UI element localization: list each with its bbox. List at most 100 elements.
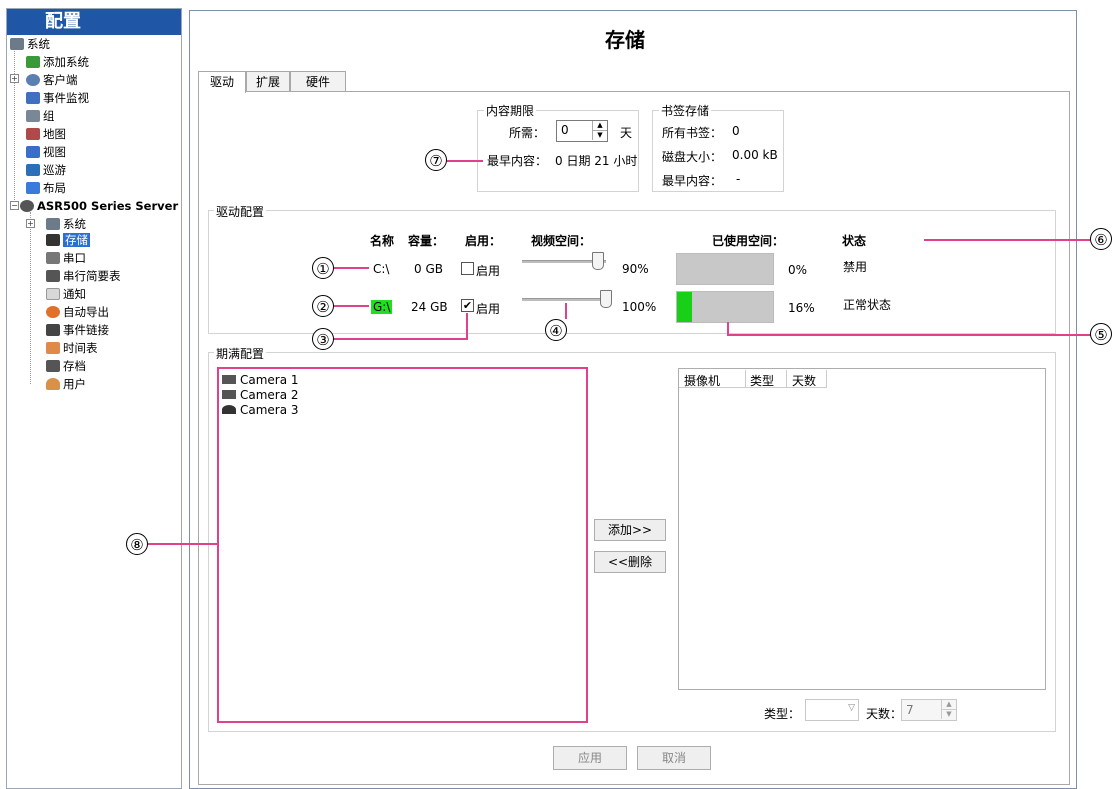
sidebar-item-tour[interactable]: 巡游 (26, 162, 66, 178)
sidebar-item-storage[interactable]: 存储 (46, 232, 90, 248)
callout-marker: ④ (545, 319, 567, 341)
all-bookmarks-value: 0 (732, 124, 740, 138)
expand-icon[interactable]: + (26, 219, 35, 228)
days-spinner[interactable]: 7 ▲ ▼ (901, 699, 957, 721)
required-days-spinner[interactable]: 0 ▲ ▼ (556, 120, 608, 142)
drive-name: C:\ (373, 262, 390, 276)
spin-up-icon[interactable]: ▲ (941, 700, 956, 710)
video-space-slider-thumb[interactable] (600, 290, 612, 308)
sidebar-item-auto-export[interactable]: 自动导出 (46, 304, 109, 320)
group-icon (26, 110, 40, 122)
header-video-space: 视频空间： (531, 234, 592, 248)
video-space-slider[interactable] (522, 298, 606, 301)
bookmark-earliest-value: - (736, 172, 741, 186)
header-used-space: 已使用空间： (712, 234, 785, 248)
earliest-content-label: 最早内容： (487, 154, 548, 168)
event-monitor-icon (26, 92, 40, 104)
chevron-down-icon: ▽ (848, 703, 855, 713)
sidebar-item-system[interactable]: 系统 (10, 36, 50, 52)
callout-line (333, 305, 369, 307)
video-space-slider-thumb[interactable] (591, 252, 604, 270)
sidebar-item-schedule[interactable]: 时间表 (46, 340, 98, 356)
type-select[interactable]: ▽ (805, 699, 859, 721)
header-enabled: 启用： (465, 234, 502, 248)
column-days[interactable]: 天数 (792, 372, 816, 389)
collapse-icon[interactable]: − (10, 201, 19, 210)
view-grid-icon (26, 146, 40, 158)
header-capacity: 容量： (408, 234, 445, 248)
cancel-button[interactable]: 取消 (637, 746, 711, 770)
used-space-fill (677, 292, 693, 322)
expiry-table[interactable] (678, 368, 1046, 690)
system-icon (46, 218, 60, 230)
add-button[interactable]: 添加>> (594, 519, 666, 541)
drive-enable-checkbox[interactable]: ✔ (461, 299, 474, 312)
apply-button[interactable]: 应用 (553, 746, 627, 770)
video-space-percent: 100% (622, 300, 657, 314)
days-label: 天数： (866, 707, 903, 721)
sidebar-item-server[interactable]: ASR500 Series Server (20, 198, 178, 214)
spin-up-icon[interactable]: ▲ (592, 121, 607, 131)
drive-status: 禁用 (843, 260, 868, 274)
sidebar-title: 配置 (7, 9, 181, 35)
callout-marker: ⑧ (126, 533, 148, 555)
spin-down-icon[interactable]: ▼ (592, 131, 607, 140)
all-bookmarks-label: 所有书签： (662, 126, 723, 140)
page-title: 存储 (605, 28, 645, 52)
required-unit: 天 (620, 126, 633, 140)
disk-size-value: 0.00 kB (732, 148, 778, 162)
callout-line (565, 303, 567, 319)
tab-hardware[interactable]: 硬件 (290, 71, 346, 92)
drive-enable-checkbox[interactable] (461, 262, 474, 275)
storage-icon (46, 234, 60, 246)
content-period-title: 内容期限 (484, 102, 537, 119)
sidebar-item-event-monitor[interactable]: 事件监视 (26, 90, 89, 106)
sidebar-item-server-system[interactable]: 系统 (46, 216, 86, 232)
spin-down-icon[interactable]: ▼ (941, 710, 956, 719)
camera-icon (222, 375, 236, 384)
sidebar-item-archive[interactable]: 存档 (46, 358, 86, 374)
tab-drive[interactable]: 驱动 (198, 71, 246, 93)
sidebar-item-map[interactable]: 地图 (26, 126, 66, 142)
used-space-bar (676, 291, 774, 323)
sidebar-item-group[interactable]: 组 (26, 108, 55, 124)
header-name: 名称 (370, 234, 395, 248)
sidebar-item-serial-port[interactable]: 串口 (46, 250, 86, 266)
drive-config-title: 驱动配置 (214, 203, 267, 220)
column-type[interactable]: 类型 (750, 372, 774, 389)
callout-line (466, 313, 468, 340)
camera-item[interactable]: Camera 1 (222, 373, 299, 387)
callout-marker: ⑤ (1090, 323, 1112, 345)
sidebar-item-add-system[interactable]: 添加系统 (26, 54, 89, 70)
sidebar-item-users[interactable]: 用户 (46, 376, 86, 392)
bookmark-earliest-label: 最早内容： (662, 174, 723, 188)
serial-profile-icon (46, 270, 60, 282)
remove-button[interactable]: <<删除 (594, 551, 666, 573)
serial-port-icon (46, 252, 60, 264)
sidebar-item-serial-profile[interactable]: 串行简要表 (46, 268, 121, 284)
sidebar-item-layout[interactable]: 布局 (26, 180, 66, 196)
server-node-icon (20, 200, 34, 212)
camera-item[interactable]: Camera 2 (222, 388, 299, 402)
camera-list[interactable] (217, 367, 588, 723)
tab-extension[interactable]: 扩展 (246, 71, 290, 92)
expand-icon[interactable]: + (10, 74, 19, 83)
sidebar-item-view[interactable]: 视图 (26, 144, 66, 160)
link-icon (46, 324, 60, 336)
used-space-percent: 16% (788, 301, 815, 315)
header-status: 状态 (842, 234, 867, 248)
camera-item[interactable]: Camera 3 (222, 403, 299, 417)
drive-capacity: 24 GB (411, 300, 448, 314)
column-divider (745, 370, 746, 387)
column-camera[interactable]: 摄像机 (684, 372, 720, 389)
type-label: 类型： (764, 707, 801, 721)
sidebar-item-notification[interactable]: 通知 (46, 286, 86, 302)
drive-enable-label: 启用 (476, 302, 501, 316)
user-icon (46, 378, 60, 390)
sidebar-item-event-link[interactable]: 事件链接 (46, 322, 109, 338)
layout-icon (26, 182, 40, 194)
drive-name: G:\ (371, 300, 393, 314)
calendar-icon (46, 342, 60, 354)
callout-marker: ⑦ (425, 149, 447, 171)
sidebar-item-client[interactable]: 客户端 (26, 72, 78, 88)
